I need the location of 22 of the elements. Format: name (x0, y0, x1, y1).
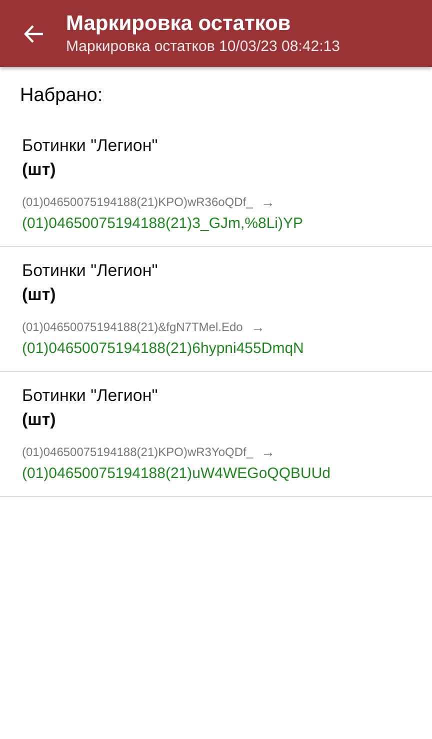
product-unit: (шт) (22, 159, 57, 181)
product-name: Ботинки "Легион" (22, 260, 159, 282)
arrow-glyph: → (250, 318, 265, 337)
product-name: Ботинки "Легион" (22, 385, 159, 407)
new-code: (01)04650075194188(21)uW4WEGoQQBUUd (22, 464, 332, 484)
arrow-glyph: → (260, 193, 275, 212)
list-item[interactable]: Ботинки "Легион" (шт) (01)04650075194188(21)KPO)wR36oQDf_ → (01)04650075194188(21)3_GJm,%8Li)YP (0, 122, 432, 247)
list-item[interactable]: Ботинки "Легион" (шт) (01)04650075194188(21)&fgN7TMel.Edo → (01)04650075194188(21)6hypni455DmqN (0, 247, 432, 372)
screen-subtitle: Маркировка остатков 10/03/23 08:42:13 (66, 36, 340, 56)
product-unit: (шт) (22, 409, 57, 431)
old-code: (01)04650075194188(21)KPO)wR3YoQDf_ (22, 444, 254, 461)
product-unit: (шт) (22, 284, 57, 306)
old-code: (01)04650075194188(21)KPO)wR36oQDf_ (22, 194, 253, 211)
product-name: Ботинки "Легион" (22, 135, 159, 157)
back-arrow-icon[interactable] (24, 24, 44, 42)
new-code: (01)04650075194188(21)3_GJm,%8Li)YP (22, 214, 304, 234)
old-code: (01)04650075194188(21)&fgN7TMel.Edo (22, 319, 243, 336)
arrow-glyph: → (261, 443, 276, 462)
list-item[interactable]: Ботинки "Легион" (шт) (01)04650075194188(21)KPO)wR3YoQDf_ → (01)04650075194188(21)uW4WEGoQQBUUd (0, 372, 432, 497)
new-code: (01)04650075194188(21)6hypni455DmqN (22, 339, 305, 359)
screen-title: Маркировка остатков (66, 10, 292, 36)
section-label: Набрано: (19, 84, 104, 108)
